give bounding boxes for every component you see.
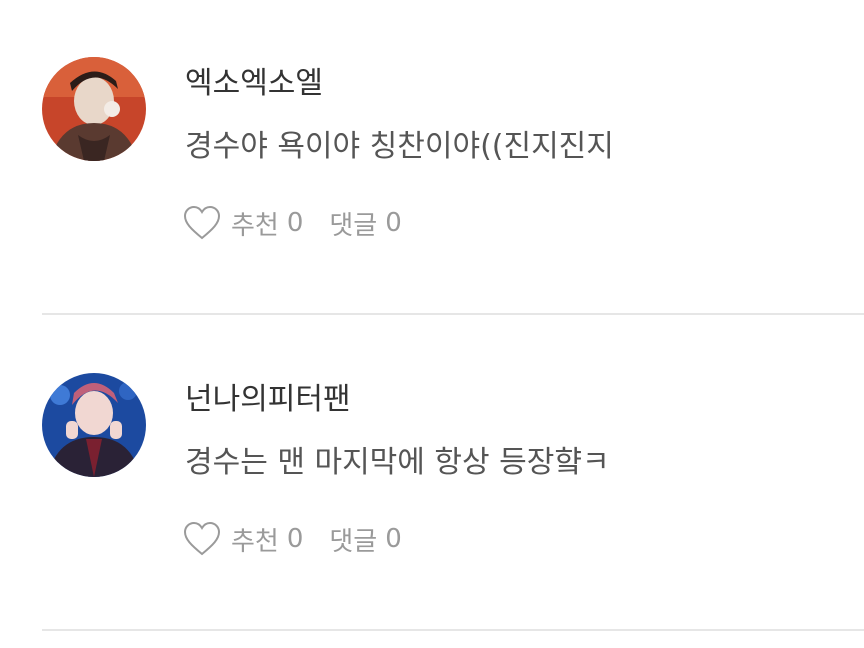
reply-label[interactable]: 댓글 (329, 205, 377, 242)
avatar-image (42, 373, 146, 477)
comment-author[interactable]: 넌나의피터팬 (185, 378, 351, 422)
heart-outline-icon[interactable] (183, 521, 221, 557)
divider (42, 629, 864, 631)
comment-author[interactable]: 엑소엑소엘 (185, 62, 323, 106)
reply-label[interactable]: 댓글 (329, 521, 377, 558)
comment-text: 경수야 욕이야 칭찬이야((진지진지 (185, 129, 614, 164)
comment-item: 엑소엑소엘 경수야 욕이야 칭찬이야((진지진지 추천 0 댓글 0 (0, 0, 864, 315)
divider (42, 313, 864, 315)
comment-item: 넌나의피터팬 경수는 맨 마지막에 항상 등장햨ㅋ 추천 0 댓글 0 (0, 316, 864, 631)
like-label[interactable]: 추천 (231, 521, 279, 558)
like-count: 0 (286, 208, 304, 238)
avatar-image (42, 57, 146, 161)
comment-text: 경수는 맨 마지막에 항상 등장햨ㅋ (185, 445, 610, 480)
like-label[interactable]: 추천 (231, 205, 279, 242)
comment-list: 엑소엑소엘 경수야 욕이야 칭찬이야((진지진지 추천 0 댓글 0 넌나의피터… (0, 0, 864, 648)
avatar[interactable] (42, 373, 146, 477)
reply-count: 0 (385, 208, 402, 238)
comment-actions: 추천 0 댓글 0 (183, 518, 428, 560)
like-count: 0 (286, 524, 304, 554)
avatar[interactable] (42, 57, 146, 161)
comment-actions: 추천 0 댓글 0 (183, 202, 428, 244)
heart-outline-icon[interactable] (183, 205, 221, 241)
reply-count: 0 (385, 524, 402, 554)
